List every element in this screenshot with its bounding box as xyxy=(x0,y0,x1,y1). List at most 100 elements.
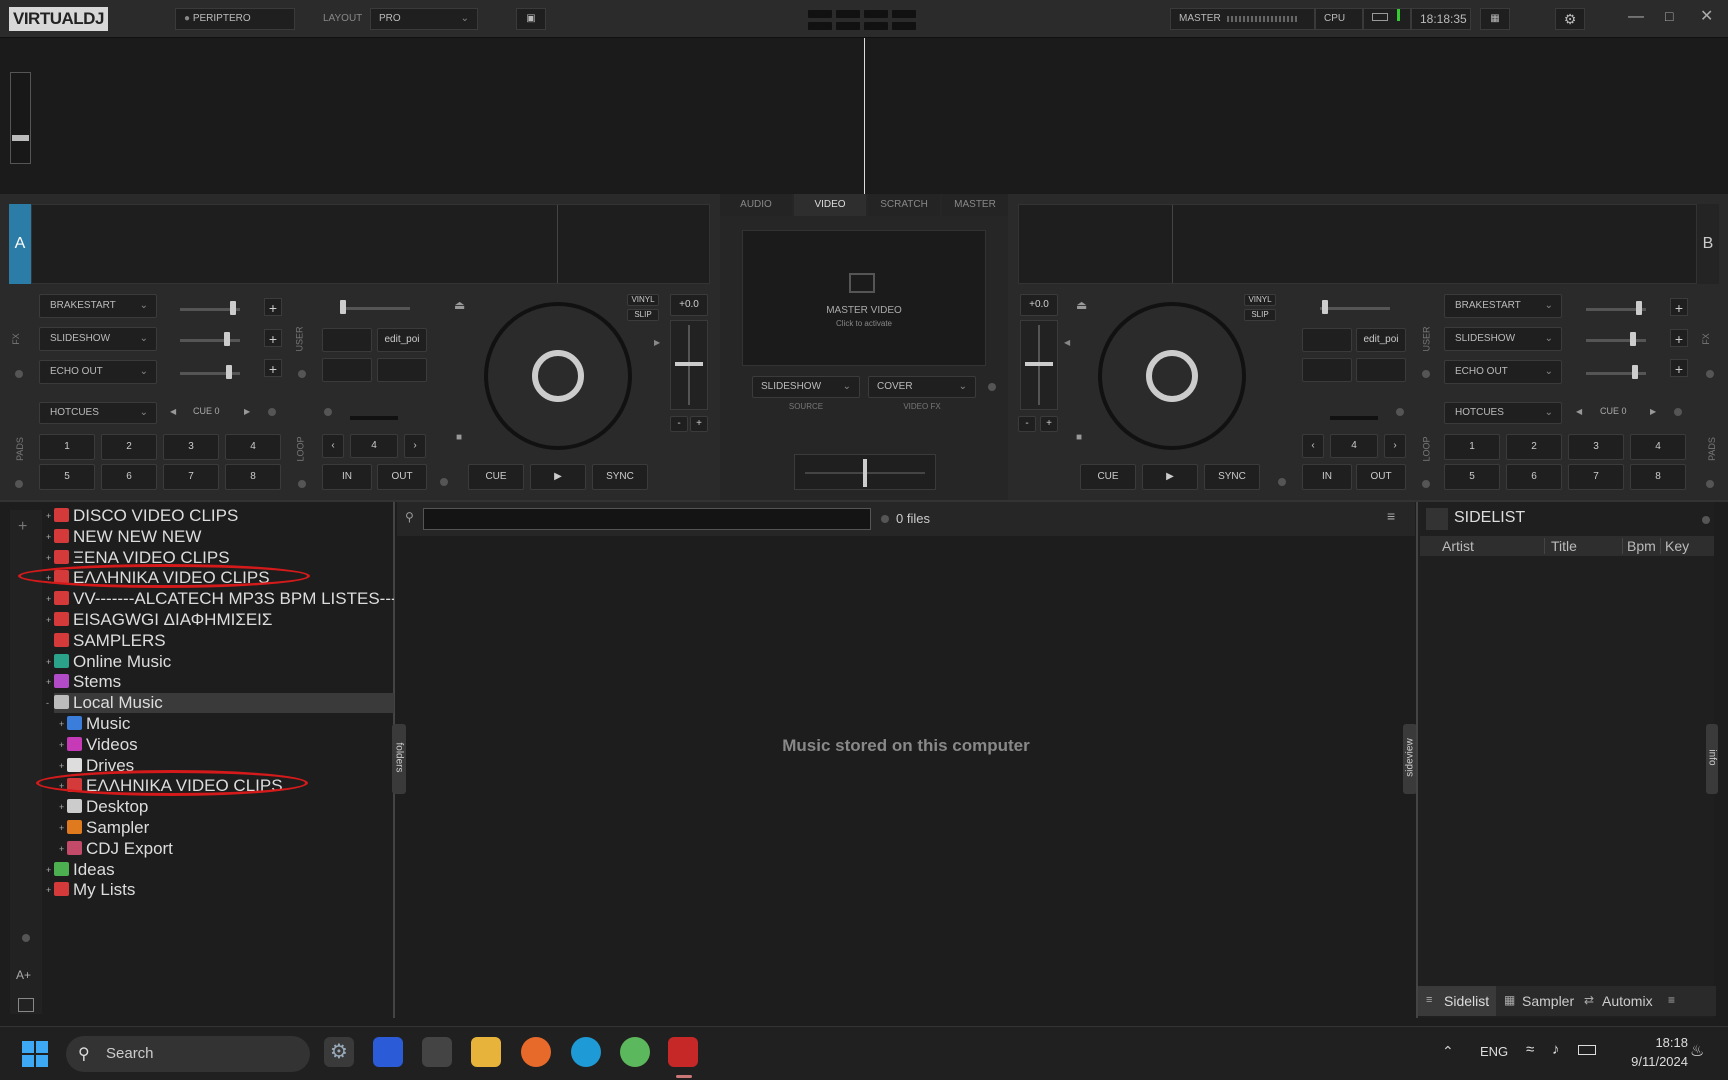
deck-b-cue-button[interactable]: CUE xyxy=(1080,464,1136,490)
language-indicator[interactable]: ENG xyxy=(1480,1044,1508,1059)
deck-a-pitch-plus[interactable]: + xyxy=(690,416,708,432)
deck-b-pitch-minus[interactable]: - xyxy=(1018,416,1036,432)
deck-a-user-dot[interactable] xyxy=(298,370,306,378)
tree-item[interactable]: Ideas xyxy=(54,860,394,880)
layout-grid-icon[interactable] xyxy=(892,10,916,18)
deck-b-fx1-add-button[interactable]: + xyxy=(1670,298,1688,316)
deck-b-loop-prev[interactable]: ‹ xyxy=(1302,434,1324,458)
deck-a-fx2-add-button[interactable]: + xyxy=(264,329,282,347)
tree-item[interactable]: NEW NEW NEW xyxy=(54,527,394,547)
wifi-icon[interactable]: ≈ xyxy=(1526,1041,1534,1058)
sidelist-option-dot[interactable] xyxy=(1702,516,1710,524)
tab-video[interactable]: VIDEO xyxy=(794,194,866,216)
layout-grid-icon[interactable] xyxy=(864,22,888,30)
deck-a-edit-poi-button[interactable]: edit_poi xyxy=(377,328,427,352)
deck-a-cue-dot[interactable] xyxy=(268,408,276,416)
tree-expand-toggle[interactable]: + xyxy=(46,527,51,547)
deck-a-pad-8[interactable]: 8 xyxy=(225,464,281,490)
tab-sampler[interactable]: ▦ Sampler xyxy=(1500,986,1576,1016)
font-size-button[interactable]: A+ xyxy=(16,968,31,982)
deck-b-loop-dot[interactable] xyxy=(1422,480,1430,488)
deck-b-pad-4[interactable]: 4 xyxy=(1630,434,1686,460)
deck-a-pad-6[interactable]: 6 xyxy=(101,464,157,490)
deck-a-indicator[interactable]: A xyxy=(9,204,31,284)
settings-gear-icon[interactable]: ⚙ xyxy=(1555,8,1585,30)
list-options-icon[interactable]: ≡ xyxy=(1387,508,1395,524)
deck-a-fx2-select[interactable]: SLIDESHOW ⌄ xyxy=(39,327,157,351)
search-option-dot[interactable] xyxy=(881,515,889,523)
tree-item[interactable]: CDJ Export xyxy=(67,839,394,859)
tree-expand-toggle[interactable]: + xyxy=(59,797,64,817)
deck-b-pitch-slider[interactable] xyxy=(1020,320,1058,410)
deck-b-sync-button[interactable]: SYNC xyxy=(1204,464,1260,490)
col-key[interactable]: Key xyxy=(1660,538,1689,554)
deck-a-fx-dot[interactable] xyxy=(15,370,23,378)
video-fx-dot[interactable] xyxy=(988,383,996,391)
app-icon-green[interactable] xyxy=(620,1037,650,1067)
layout-grid-icon[interactable] xyxy=(836,10,860,18)
deck-a-pad-5[interactable]: 5 xyxy=(39,464,95,490)
layout-grid-icon[interactable] xyxy=(836,22,860,30)
deck-b-cue-dot[interactable] xyxy=(1674,408,1682,416)
deck-a-user-button-1[interactable] xyxy=(322,328,372,352)
layout-select[interactable]: PRO ⌄ xyxy=(370,8,478,30)
deck-a-pad-1[interactable]: 1 xyxy=(39,434,95,460)
calendar-icon[interactable]: ▦ xyxy=(1480,8,1510,30)
deck-b-pad-1[interactable]: 1 xyxy=(1444,434,1500,460)
deck-b-fx3-knob[interactable] xyxy=(1632,365,1638,379)
col-artist[interactable]: Artist xyxy=(1442,538,1474,554)
deck-b-vinyl-button[interactable]: VINYL xyxy=(1244,294,1276,306)
deck-b-pad-6[interactable]: 6 xyxy=(1506,464,1562,490)
window-icon[interactable] xyxy=(18,998,34,1012)
deck-a-pitch-minus[interactable]: - xyxy=(670,416,688,432)
deck-b-loop-out-button[interactable]: OUT xyxy=(1356,464,1406,490)
deck-b-fx2-knob[interactable] xyxy=(1630,332,1636,346)
tree-item[interactable]: EISAGWGI ΔΙΑΦΗΜΙΣΕΙΣ xyxy=(54,610,394,630)
deck-a-loop-next[interactable]: › xyxy=(404,434,426,458)
sideview-tab[interactable]: sideview xyxy=(1403,724,1417,794)
col-bpm[interactable]: Bpm xyxy=(1622,538,1656,554)
deck-b-user-button-4[interactable] xyxy=(1356,358,1406,382)
deck-b-pad-7[interactable]: 7 xyxy=(1568,464,1624,490)
tree-expand-toggle[interactable]: + xyxy=(59,714,64,734)
deck-b-pad-5[interactable]: 5 xyxy=(1444,464,1500,490)
tree-expand-toggle[interactable]: + xyxy=(46,652,51,672)
deck-b-indicator[interactable]: B xyxy=(1697,204,1719,284)
deck-b-cue-prev-icon[interactable]: ◀ xyxy=(1576,407,1582,416)
deck-a-slip-button[interactable]: SLIP xyxy=(627,309,659,321)
deck-a-loop-in-button[interactable]: IN xyxy=(322,464,372,490)
browser-option-dot[interactable] xyxy=(22,934,30,942)
deck-a-loop-out-button[interactable]: OUT xyxy=(377,464,427,490)
deck-a-cue-prev-icon[interactable]: ◀ xyxy=(170,407,176,416)
deck-a-pitch-handle[interactable] xyxy=(675,362,703,366)
deck-a-vinyl-button[interactable]: VINYL xyxy=(627,294,659,306)
deck-a-pitch-slider[interactable] xyxy=(670,320,708,410)
tree-expand-toggle[interactable]: - xyxy=(46,693,49,713)
tree-expand-toggle[interactable]: + xyxy=(46,880,51,900)
tab-master[interactable]: MASTER xyxy=(942,194,1008,216)
zoom-slider-handle[interactable] xyxy=(12,135,29,141)
close-icon[interactable]: ✕ xyxy=(1700,6,1713,26)
deck-b-user-slider[interactable] xyxy=(1320,307,1390,310)
sidelist-more-icon[interactable]: ≡ xyxy=(1668,993,1675,1007)
deck-a-loop-value[interactable]: 4 xyxy=(350,434,398,458)
deck-b-fx3-select[interactable]: ECHO OUT ⌄ xyxy=(1444,360,1562,384)
deck-b-slip-button[interactable]: SLIP xyxy=(1244,309,1276,321)
crossfader-handle[interactable] xyxy=(863,459,867,487)
deck-b-pads-dot[interactable] xyxy=(1706,480,1714,488)
layout-grid-icon[interactable] xyxy=(864,10,888,18)
tree-expand-toggle[interactable]: + xyxy=(59,756,64,776)
deck-b-jog-wheel[interactable] xyxy=(1098,302,1246,450)
deck-b-user-button-1[interactable] xyxy=(1302,328,1352,352)
deck-b-loop-slider[interactable] xyxy=(1330,416,1378,420)
battery-icon[interactable] xyxy=(1578,1045,1596,1055)
deck-a-loop-mode-dot[interactable] xyxy=(440,478,448,486)
deck-b-fx3-add-button[interactable]: + xyxy=(1670,359,1688,377)
layout-grid-icon[interactable] xyxy=(808,10,832,18)
deck-b-pitch-handle[interactable] xyxy=(1025,362,1053,366)
info-tab[interactable]: info xyxy=(1706,724,1718,794)
volume-icon[interactable]: ♪ xyxy=(1552,1041,1560,1058)
deck-b-pad-2[interactable]: 2 xyxy=(1506,434,1562,460)
file-list[interactable]: Music stored on this computer xyxy=(397,536,1415,1018)
tree-expand-toggle[interactable]: + xyxy=(46,610,51,630)
